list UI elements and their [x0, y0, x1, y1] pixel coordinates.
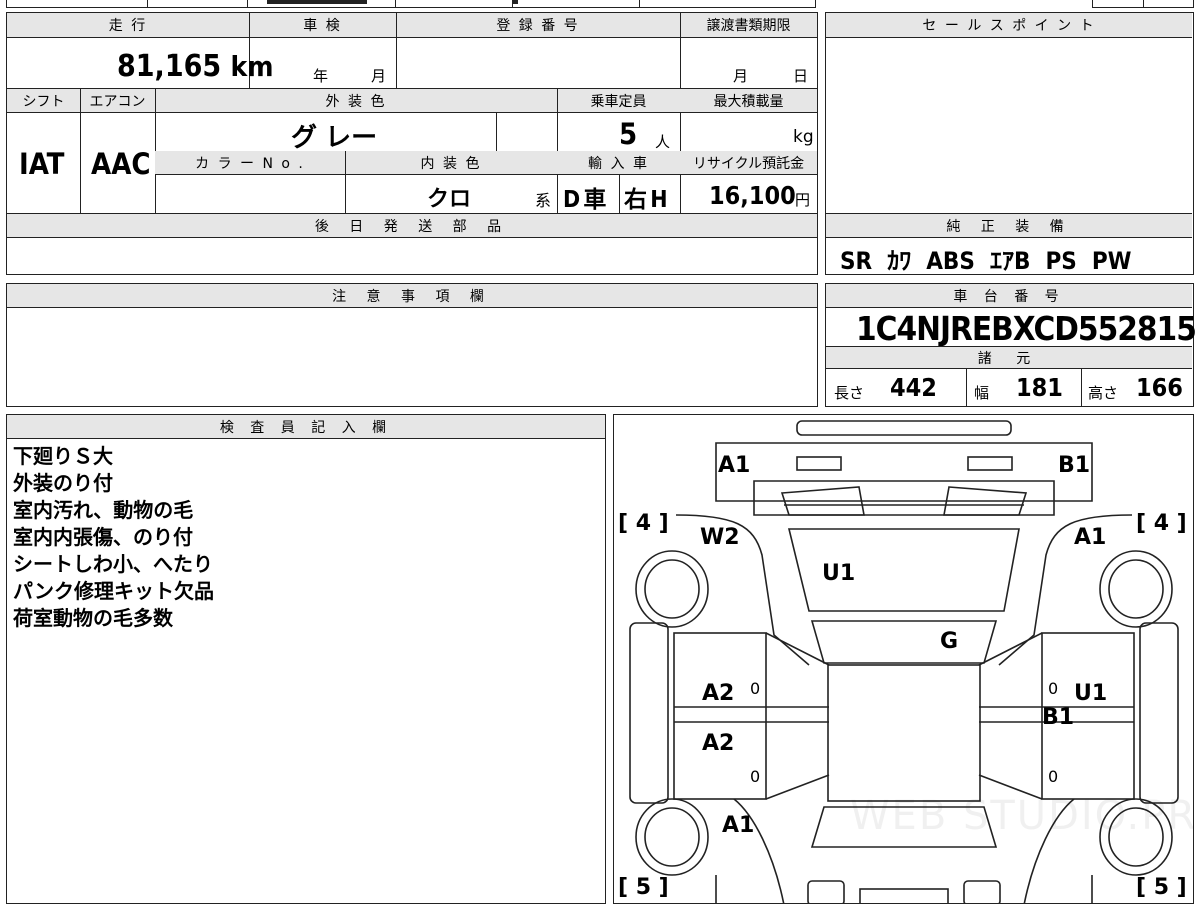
damage-mark: A2 [702, 731, 735, 756]
inspection-label: 車 検 [249, 13, 396, 38]
inspection-month: 月 [371, 67, 387, 85]
color-no-label: カ ラ ー N o . [155, 151, 345, 175]
capacity-value: 5 [619, 117, 638, 151]
inspection-year: 年 [313, 67, 329, 85]
damage-mark: A1 [718, 453, 751, 478]
registration-label: 登 録 番 号 [396, 13, 680, 38]
inspector-notes: 下廻りＳ大 外装のり付 室内汚れ、動物の毛 室内内張傷、のり付 シートしわ小、へ… [13, 443, 214, 632]
top-fragment-row [6, 0, 816, 8]
chassis-label: 車 台 番 号 [826, 284, 1192, 308]
shift-value: IAT [19, 147, 65, 181]
note-line: パンク修理キット欠品 [13, 579, 214, 603]
door-handle-mark: 0 [750, 767, 761, 786]
width-value: 181 [1016, 373, 1063, 402]
exterior-color-label: 外 装 色 [155, 89, 557, 113]
damage-mark: A1 [1074, 525, 1107, 550]
equipment-label: 純 正 装 備 [826, 214, 1192, 238]
damage-mark: U1 [1074, 681, 1108, 706]
note-line: 外装のり付 [13, 471, 113, 495]
import-label: 輸 入 車 [557, 151, 680, 175]
length-value: 442 [890, 373, 937, 402]
caution-box: 注 意 事 項 欄 [6, 283, 818, 407]
top-fragment-right [1092, 0, 1194, 8]
note-line: 荷室動物の毛多数 [13, 606, 173, 630]
max-load-unit: kg [793, 127, 814, 147]
capacity-label: 乗車定員 [557, 89, 680, 113]
note-line: シートしわ小、へたり [13, 552, 213, 576]
transfer-deadline-label: 譲渡書類期限 [680, 13, 817, 38]
interior-color-value: クロ [427, 187, 472, 212]
later-parts-label: 後 日 発 送 部 品 [7, 214, 817, 238]
vehicle-info-table: 走 行 車 検 登 録 番 号 譲渡書類期限 81,165 km 年 月 月 日… [6, 12, 818, 275]
door-handle-mark: 0 [750, 679, 761, 698]
tire-rear-right: [ 5 ] [1136, 875, 1187, 900]
door-handle-mark: 0 [1048, 767, 1059, 786]
door-handle-mark: 0 [1048, 679, 1059, 698]
shift-label: シフト [7, 89, 80, 113]
damage-mark: U1 [822, 561, 856, 586]
damage-mark: B1 [1042, 705, 1075, 730]
specs-label: 諸 元 [826, 347, 1192, 369]
note-line: 室内汚れ、動物の毛 [13, 498, 194, 522]
transfer-day: 日 [793, 67, 809, 85]
inspector-box: 検 査 員 記 入 欄 下廻りＳ大 外装のり付 室内汚れ、動物の毛 室内内張傷、… [6, 414, 606, 904]
height-value: 166 [1136, 373, 1183, 402]
inspector-label: 検 査 員 記 入 欄 [7, 415, 605, 439]
damage-mark: W2 [700, 525, 740, 550]
capacity-unit: 人 [655, 133, 671, 151]
watermark: WEB STUDIO.PRO [850, 793, 1194, 839]
exterior-color-value: グ レー [291, 123, 378, 153]
width-label: 幅 [974, 384, 990, 402]
height-label: 高さ [1088, 384, 1119, 402]
recycle-label: リサイクル預託金 [680, 151, 817, 175]
transfer-month: 月 [733, 67, 749, 85]
note-line: 室内内張傷、のり付 [13, 525, 193, 549]
recycle-unit: 円 [795, 191, 811, 209]
aircon-value: AAC [91, 147, 151, 181]
import-d-value: D 車 [563, 187, 606, 213]
recycle-value: 16,100 [709, 181, 796, 210]
max-load-label: 最大積載量 [680, 89, 817, 113]
car-diagram: [ 4 ] [ 4 ] [ 5 ] [ 5 ] A1 B1 W2 A1 U1 G… [613, 414, 1194, 904]
interior-color-suffix: 系 [535, 191, 552, 210]
damage-mark: A1 [722, 813, 755, 838]
note-line: 下廻りＳ大 [13, 444, 113, 468]
chassis-box: 車 台 番 号 1C4NJREBXCD552815 諸 元 長さ 442 幅 1… [825, 283, 1197, 407]
import-h-value: 右 H [624, 187, 668, 213]
damage-mark: B1 [1058, 453, 1091, 478]
caution-label: 注 意 事 項 欄 [7, 284, 817, 308]
tire-rear-left: [ 5 ] [618, 875, 669, 900]
sales-point-box: セ ー ル ス ポ イ ン ト 純 正 装 備 SR ｶﾜ ABS ｴｱB PS… [825, 12, 1194, 275]
mileage-value: 81,165 km [117, 49, 274, 84]
damage-mark: A2 [702, 681, 735, 706]
interior-color-label: 内 装 色 [345, 151, 557, 175]
equipment-value: SR ｶﾜ ABS ｴｱB PS PW [840, 247, 1132, 275]
mileage-label: 走 行 [7, 13, 249, 38]
aircon-label: エアコン [80, 89, 155, 113]
tire-front-right: [ 4 ] [1136, 511, 1187, 536]
tire-front-left: [ 4 ] [618, 511, 669, 536]
sales-point-label: セ ー ル ス ポ イ ン ト [826, 13, 1192, 38]
chassis-number: 1C4NJREBXCD552815 [856, 309, 1197, 348]
damage-mark: G [940, 629, 959, 654]
length-label: 長さ [834, 384, 865, 402]
